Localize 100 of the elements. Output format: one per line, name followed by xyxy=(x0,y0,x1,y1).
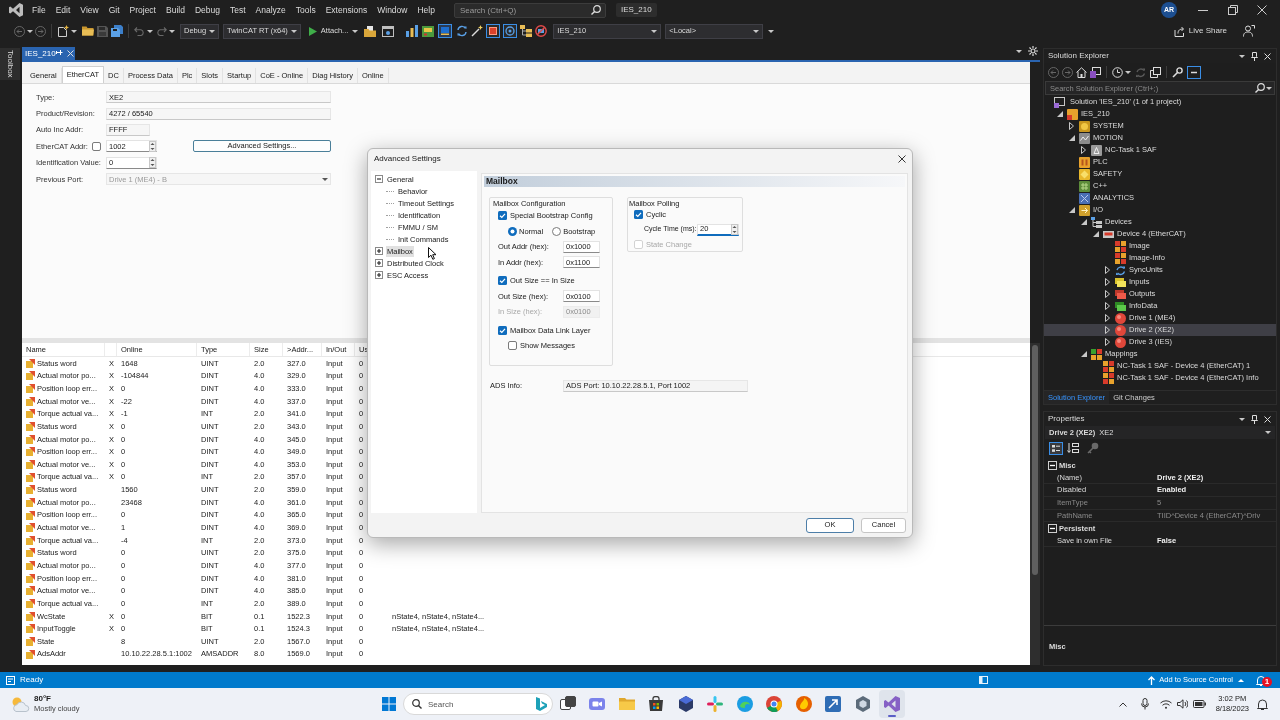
wifi-icon[interactable] xyxy=(1159,699,1172,709)
scrollbar-thumb[interactable] xyxy=(1032,345,1038,575)
home-icon[interactable] xyxy=(1076,66,1087,78)
caret-icon[interactable] xyxy=(753,29,760,33)
wave-circle-icon[interactable] xyxy=(736,696,753,712)
wand-icon[interactable] xyxy=(471,25,484,37)
menu-item[interactable]: Extensions xyxy=(320,0,373,20)
search-field[interactable]: Search (Ctrl+Q) xyxy=(453,2,606,18)
pin-icon[interactable] xyxy=(1251,414,1258,424)
checkbox[interactable] xyxy=(92,141,101,151)
stacked-squares-icon[interactable] xyxy=(559,696,576,712)
checkbox[interactable] xyxy=(498,276,507,286)
video-camera-icon[interactable] xyxy=(589,696,606,712)
plus-box-icon[interactable] xyxy=(375,271,383,279)
document-tab[interactable]: IES_210 xyxy=(22,47,75,60)
menu-item[interactable]: Debug xyxy=(189,0,225,20)
caret-icon[interactable] xyxy=(147,29,153,33)
spinner-icon[interactable] xyxy=(731,223,738,235)
caret-icon[interactable] xyxy=(290,29,297,33)
menu-item[interactable]: Build xyxy=(161,0,190,20)
folder-tree-icon[interactable] xyxy=(520,25,533,37)
caret-icon[interactable] xyxy=(1125,70,1131,74)
battery-icon[interactable] xyxy=(1192,700,1206,708)
menu-item[interactable]: Test xyxy=(224,0,251,20)
toolbox-tab[interactable]: Toolbox xyxy=(0,48,20,80)
active-app-tile[interactable] xyxy=(879,690,906,718)
caret-down-icon[interactable] xyxy=(1081,219,1087,225)
caret-down-icon[interactable] xyxy=(1081,351,1087,357)
caret-icon[interactable] xyxy=(1239,417,1245,421)
shopping-bag-icon[interactable] xyxy=(648,696,665,712)
pinwheel-icon[interactable] xyxy=(707,696,724,712)
panel-icon[interactable] xyxy=(979,676,989,684)
menu-item[interactable]: Project xyxy=(124,0,161,20)
caret-icon[interactable] xyxy=(768,29,775,33)
pin-icon[interactable] xyxy=(1251,51,1258,61)
live-share-button[interactable]: Live Share xyxy=(1173,25,1227,37)
caret-right-icon[interactable] xyxy=(1069,122,1074,130)
menu-item[interactable]: Help xyxy=(412,0,440,20)
caret-right-icon[interactable] xyxy=(1105,338,1110,346)
dash-icon[interactable] xyxy=(1187,65,1201,79)
list-icon[interactable] xyxy=(1049,441,1063,455)
caret-right-icon[interactable] xyxy=(1105,314,1110,322)
sort-icon[interactable] xyxy=(1067,442,1079,454)
plus-box-icon[interactable] xyxy=(375,259,383,267)
radio-button[interactable] xyxy=(508,226,517,236)
up-arrow-icon[interactable] xyxy=(1148,675,1156,685)
flame-circle-icon[interactable] xyxy=(795,696,812,712)
caret-icon[interactable] xyxy=(1265,431,1271,434)
hexagon-icon[interactable] xyxy=(854,696,871,712)
b-shape-icon[interactable] xyxy=(535,697,547,711)
caret-right-icon[interactable] xyxy=(1105,326,1110,334)
settings-icon[interactable] xyxy=(1028,46,1038,56)
caret-icon[interactable] xyxy=(1239,54,1245,58)
caret-icon[interactable] xyxy=(651,29,658,33)
caret-down-icon[interactable] xyxy=(1057,111,1063,117)
window-stack-icon[interactable] xyxy=(1090,66,1101,78)
caret-icon[interactable] xyxy=(1016,50,1022,53)
arrow-tile-icon[interactable] xyxy=(825,696,842,712)
minus-box-icon[interactable] xyxy=(1048,460,1057,470)
clock-icon[interactable] xyxy=(1112,66,1123,78)
share-icon[interactable] xyxy=(1173,25,1185,37)
speaker-icon[interactable] xyxy=(1176,699,1188,709)
restore-icon[interactable] xyxy=(1228,5,1238,15)
caret-icon[interactable] xyxy=(27,29,33,33)
chevron-up-icon[interactable] xyxy=(1118,701,1127,707)
ribbon-logo-icon[interactable] xyxy=(884,696,901,712)
caret-icon[interactable] xyxy=(209,29,216,33)
menu-item[interactable]: Tools xyxy=(290,0,321,20)
caret-icon[interactable] xyxy=(352,29,359,33)
circuit-board-icon[interactable] xyxy=(422,25,435,37)
caret-right-icon[interactable] xyxy=(1105,278,1110,286)
close-icon[interactable] xyxy=(898,155,906,163)
cube-icon[interactable] xyxy=(677,696,694,712)
caret-up-icon[interactable] xyxy=(1238,678,1244,682)
stacked-squares-icon[interactable] xyxy=(1150,66,1161,78)
folder-icon[interactable] xyxy=(82,26,94,36)
target-icon[interactable] xyxy=(503,24,518,38)
caret-down-icon[interactable] xyxy=(1093,231,1099,237)
menu-item[interactable]: Git xyxy=(103,0,125,20)
menu-item[interactable]: Edit xyxy=(50,0,76,20)
spinner-icon[interactable] xyxy=(149,157,156,169)
person-icon[interactable] xyxy=(1243,25,1255,37)
caret-down-icon[interactable] xyxy=(1069,207,1075,213)
caret-right-icon[interactable] xyxy=(1105,302,1110,310)
minimize-icon[interactable] xyxy=(1198,9,1208,11)
window-icon[interactable] xyxy=(382,25,395,37)
caret-icon[interactable] xyxy=(1266,87,1272,90)
scrollbar-track[interactable] xyxy=(1030,343,1040,665)
menu-item[interactable]: Analyze xyxy=(250,0,291,20)
folder-icon[interactable] xyxy=(364,25,377,37)
caret-down-icon[interactable] xyxy=(1069,135,1075,141)
checkbox[interactable] xyxy=(498,211,507,221)
document-star-icon[interactable] xyxy=(57,25,69,37)
floppy-disks-icon[interactable] xyxy=(111,25,123,37)
menu-item[interactable]: View xyxy=(75,0,104,20)
caret-icon[interactable] xyxy=(71,29,77,33)
pin-icon[interactable] xyxy=(55,49,63,58)
slashed-circle-icon[interactable] xyxy=(535,25,548,37)
checkbox[interactable] xyxy=(498,325,507,335)
checkbox[interactable] xyxy=(634,210,643,220)
